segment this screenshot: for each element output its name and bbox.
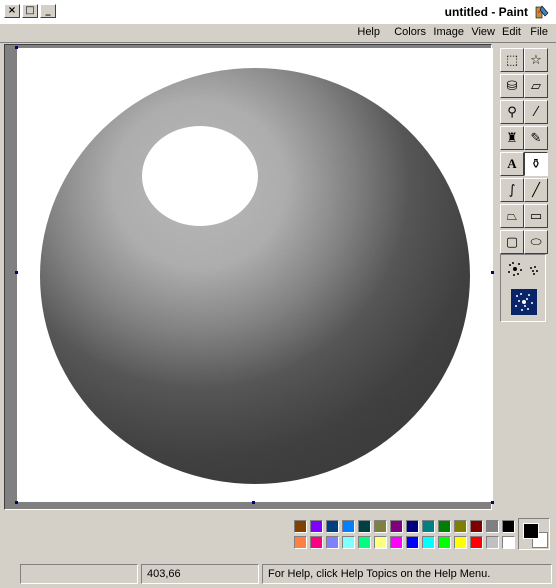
menu-view[interactable]: View [471, 26, 495, 38]
palette-swatch[interactable] [310, 520, 323, 533]
palette-swatch[interactable] [438, 520, 451, 533]
palette-swatch[interactable] [294, 536, 307, 549]
palette-swatch[interactable] [310, 536, 323, 549]
resize-handle-bottom-left [15, 501, 18, 504]
palette-swatch[interactable] [374, 520, 387, 533]
menu-image[interactable]: Image [433, 26, 464, 38]
airbrush-size-small-icon[interactable] [527, 263, 541, 277]
menu-help[interactable]: Help [357, 26, 380, 38]
window-controls: × □ _ [4, 4, 56, 18]
magnifier-tool[interactable]: ⚲ [500, 100, 524, 124]
eraser-icon: ▱ [531, 78, 541, 94]
palette-swatch[interactable] [454, 536, 467, 549]
curve-tool[interactable]: ∫ [500, 178, 524, 202]
drawing-canvas[interactable] [17, 48, 493, 502]
status-bar: For Help, click Help Topics on the Help … [0, 562, 556, 588]
palette-swatch[interactable] [438, 536, 451, 549]
pick-color-tool[interactable]: ⁄ [524, 100, 548, 124]
paint-bucket-icon: ⛁ [506, 78, 518, 94]
title-bar: × □ _ untitled - Paint [0, 0, 556, 24]
rounded-rectangle-icon: ▢ [505, 234, 519, 250]
eyedropper-icon: ⁄ [534, 104, 538, 120]
palette-swatch[interactable] [358, 520, 371, 533]
palette-swatch[interactable] [294, 520, 307, 533]
resize-handle-top-left [15, 46, 18, 49]
ellipse-tool[interactable]: ⬭ [524, 230, 548, 254]
menu-edit[interactable]: Edit [502, 26, 521, 38]
resize-handle-mid-right[interactable] [491, 271, 494, 274]
palette-swatch[interactable] [502, 536, 515, 549]
palette-swatch[interactable] [390, 520, 403, 533]
rectangle-tool[interactable]: ▭ [524, 204, 548, 228]
star-select-icon: ☆ [530, 52, 542, 68]
rect-select-icon: ⬚ [505, 52, 519, 68]
pencil-tool[interactable]: ✎ [524, 126, 548, 150]
palette-swatch[interactable] [406, 520, 419, 533]
palette-swatch[interactable] [406, 536, 419, 549]
eraser-tool[interactable]: ▱ [524, 74, 548, 98]
line-tool[interactable]: ╱ [524, 178, 548, 202]
status-help-text: For Help, click Help Topics on the Help … [262, 564, 552, 584]
window-title: untitled - Paint [444, 5, 528, 19]
status-coordinates: 403,66 [141, 564, 259, 584]
resize-handle-bottom-right[interactable] [491, 501, 494, 504]
fill-tool[interactable]: ⛁ [500, 74, 524, 98]
curve-icon: ∫ [508, 182, 516, 198]
palette-swatch[interactable] [422, 520, 435, 533]
rectangle-icon: ▭ [529, 208, 543, 224]
select-tool[interactable]: ⬚ [500, 48, 524, 72]
polygon-tool[interactable]: ⏢ [500, 204, 524, 228]
color-palette [0, 512, 556, 556]
menu-colors[interactable]: Colors [394, 26, 426, 38]
palette-swatch[interactable] [470, 520, 483, 533]
menu-file[interactable]: File [530, 26, 548, 38]
sphere-highlight [142, 126, 258, 226]
close-button[interactable]: × [4, 4, 20, 18]
palette-swatch[interactable] [358, 536, 371, 549]
minimize-button[interactable]: _ [40, 4, 56, 18]
pencil-icon: ✎ [530, 130, 542, 146]
palette-swatch[interactable] [342, 536, 355, 549]
brush-icon: ♜ [506, 130, 518, 146]
text-icon: A [507, 156, 517, 171]
resize-handle-bottom-mid[interactable] [252, 501, 255, 504]
status-size [20, 564, 138, 584]
palette-swatch[interactable] [470, 536, 483, 549]
palette-swatch[interactable] [326, 536, 339, 549]
sphere-body [40, 68, 470, 484]
palette-swatch[interactable] [502, 520, 515, 533]
paint-app-icon [535, 5, 549, 19]
palette-swatch[interactable] [390, 536, 403, 549]
airbrush-size-medium-icon[interactable] [505, 259, 525, 279]
palette-swatch[interactable] [374, 536, 387, 549]
brush-tool[interactable]: ♜ [500, 126, 524, 150]
palette-swatch[interactable] [454, 520, 467, 533]
magnifier-icon: ⚲ [507, 104, 517, 120]
palette-swatch[interactable] [486, 520, 499, 533]
ellipse-icon: ⬭ [530, 234, 542, 250]
free-form-select-tool[interactable]: ☆ [524, 48, 548, 72]
polygon-icon: ⏢ [506, 208, 518, 224]
tool-options-panel [500, 254, 546, 322]
sphere-drawing [40, 68, 470, 484]
palette-swatch[interactable] [486, 536, 499, 549]
text-tool[interactable]: A [500, 152, 524, 176]
maximize-button[interactable]: □ [22, 4, 38, 18]
airbrush-size-large-icon[interactable] [511, 289, 537, 315]
menu-bar: File Edit View Image Colors Help [0, 24, 556, 43]
foreground-color-box[interactable] [523, 523, 539, 539]
rounded-rectangle-tool[interactable]: ▢ [500, 230, 524, 254]
airbrush-icon: ⚱ [530, 156, 542, 172]
line-icon: ╱ [532, 182, 540, 198]
airbrush-tool[interactable]: ⚱ [524, 152, 548, 176]
resize-handle-mid-left [15, 271, 18, 274]
current-colors-indicator[interactable] [518, 518, 550, 550]
palette-swatch[interactable] [342, 520, 355, 533]
palette-swatch[interactable] [326, 520, 339, 533]
palette-swatch[interactable] [422, 536, 435, 549]
